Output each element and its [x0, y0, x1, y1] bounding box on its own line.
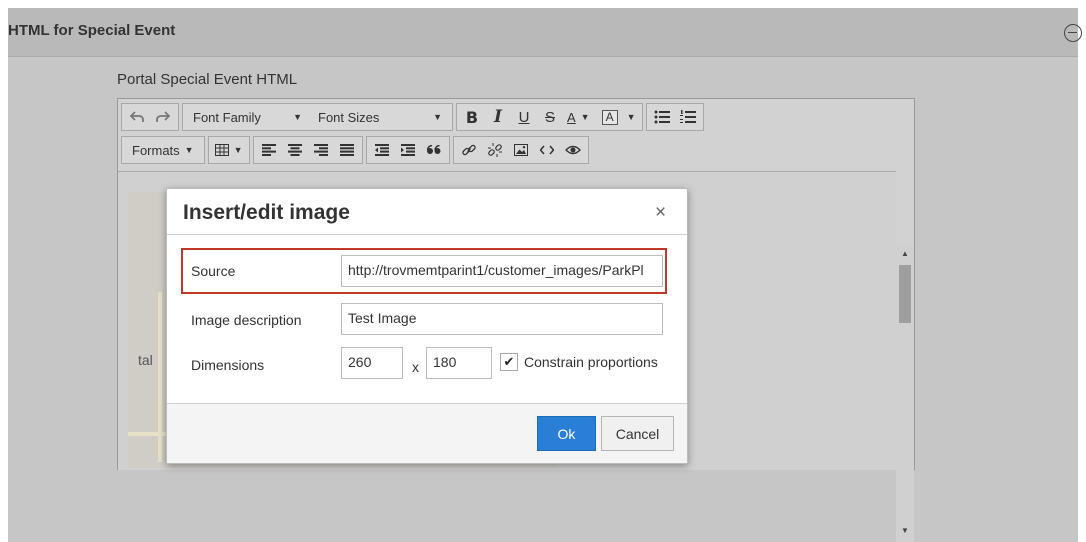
- indent-group: [365, 136, 450, 164]
- redo-icon[interactable]: [150, 104, 176, 130]
- insert-image-dialog: Insert/edit image × Source http://trovme…: [166, 188, 688, 464]
- font-group: Font Family ▼ Font Sizes ▼: [182, 103, 453, 131]
- numbered-list-icon[interactable]: [675, 104, 701, 130]
- chevron-down-icon: ▼: [184, 145, 194, 155]
- height-input[interactable]: 180: [426, 347, 492, 379]
- align-group: [252, 136, 363, 164]
- chevron-down-icon: ▼: [433, 112, 442, 122]
- toolbar-row-2: Formats ▼ ▼: [121, 136, 592, 164]
- map-label: tal: [138, 352, 153, 368]
- constrain-checkbox[interactable]: ✔: [500, 353, 518, 371]
- background-color-button[interactable]: A ▼: [594, 104, 640, 130]
- history-group: [121, 103, 179, 131]
- scroll-up-icon[interactable]: ▲: [901, 249, 909, 258]
- underline-button[interactable]: U: [511, 104, 537, 130]
- close-icon[interactable]: ×: [655, 202, 666, 224]
- font-sizes-label: Font Sizes: [318, 109, 380, 125]
- formats-label: Formats: [132, 142, 180, 158]
- bullet-list-icon[interactable]: [649, 104, 675, 130]
- align-center-icon[interactable]: [282, 137, 308, 163]
- strikethrough-button[interactable]: S: [537, 104, 563, 130]
- format-group: B I U S A ▼ A ▼: [456, 103, 643, 131]
- constrain-label: Constrain proportions: [524, 354, 658, 370]
- editor-scrollbar[interactable]: ▲ ▼: [896, 244, 914, 542]
- formats-dropdown[interactable]: Formats ▼: [124, 137, 202, 163]
- chevron-down-icon: ▼: [580, 112, 590, 122]
- description-label: Image description: [191, 312, 302, 328]
- image-icon[interactable]: [508, 137, 534, 163]
- panel-header[interactable]: HTML for Special Event: [8, 8, 1082, 57]
- insert-group: [452, 136, 589, 164]
- align-right-icon[interactable]: [308, 137, 334, 163]
- font-sizes-dropdown[interactable]: Font Sizes ▼: [310, 104, 450, 130]
- table-group: ▼: [207, 136, 250, 164]
- scroll-down-icon[interactable]: ▼: [901, 526, 909, 535]
- dialog-title: Insert/edit image: [183, 201, 350, 224]
- outdent-icon[interactable]: [369, 137, 395, 163]
- list-group: [645, 103, 704, 131]
- blockquote-icon[interactable]: [421, 137, 447, 163]
- source-label: Source: [191, 263, 236, 279]
- ok-button[interactable]: Ok: [537, 416, 596, 451]
- table-icon: [214, 144, 229, 156]
- dimensions-label: Dimensions: [191, 357, 265, 373]
- chevron-down-icon: ▼: [626, 112, 636, 122]
- eye-icon[interactable]: [560, 137, 586, 163]
- font-family-dropdown[interactable]: Font Family ▼: [185, 104, 310, 130]
- map-road: [158, 292, 162, 462]
- description-input[interactable]: Test Image: [341, 303, 663, 335]
- font-family-label: Font Family: [193, 109, 261, 125]
- source-input[interactable]: http://trovmemtparint1/customer_images/P…: [341, 255, 663, 287]
- text-color-button[interactable]: A ▼: [563, 104, 594, 130]
- italic-button[interactable]: I: [485, 104, 511, 130]
- bold-button[interactable]: B: [459, 104, 485, 130]
- code-icon[interactable]: [534, 137, 560, 163]
- chevron-down-icon: ▼: [233, 145, 243, 155]
- cancel-button[interactable]: Cancel: [601, 416, 674, 451]
- field-label: Portal Special Event HTML: [117, 71, 298, 88]
- dimensions-separator: x: [412, 359, 419, 375]
- chevron-down-icon: ▼: [293, 112, 302, 122]
- toolbar-row-1: Font Family ▼ Font Sizes ▼ B I U S A ▼ A…: [121, 103, 707, 131]
- checkmark-icon: ✔: [503, 354, 515, 369]
- minus-circle-icon[interactable]: [1064, 24, 1082, 42]
- undo-icon[interactable]: [124, 104, 150, 130]
- formats-group: Formats ▼: [121, 136, 205, 164]
- unlink-icon[interactable]: [482, 137, 508, 163]
- link-icon[interactable]: [456, 137, 482, 163]
- align-left-icon[interactable]: [256, 137, 282, 163]
- indent-icon[interactable]: [395, 137, 421, 163]
- divider: [167, 234, 687, 235]
- background-color-label: A: [601, 109, 618, 125]
- width-input[interactable]: 260: [341, 347, 403, 379]
- panel-title: HTML for Special Event: [8, 22, 176, 39]
- text-color-label: A: [567, 109, 576, 125]
- align-justify-icon[interactable]: [334, 137, 360, 163]
- table-button[interactable]: ▼: [211, 137, 247, 163]
- scrollbar-thumb[interactable]: [899, 265, 911, 323]
